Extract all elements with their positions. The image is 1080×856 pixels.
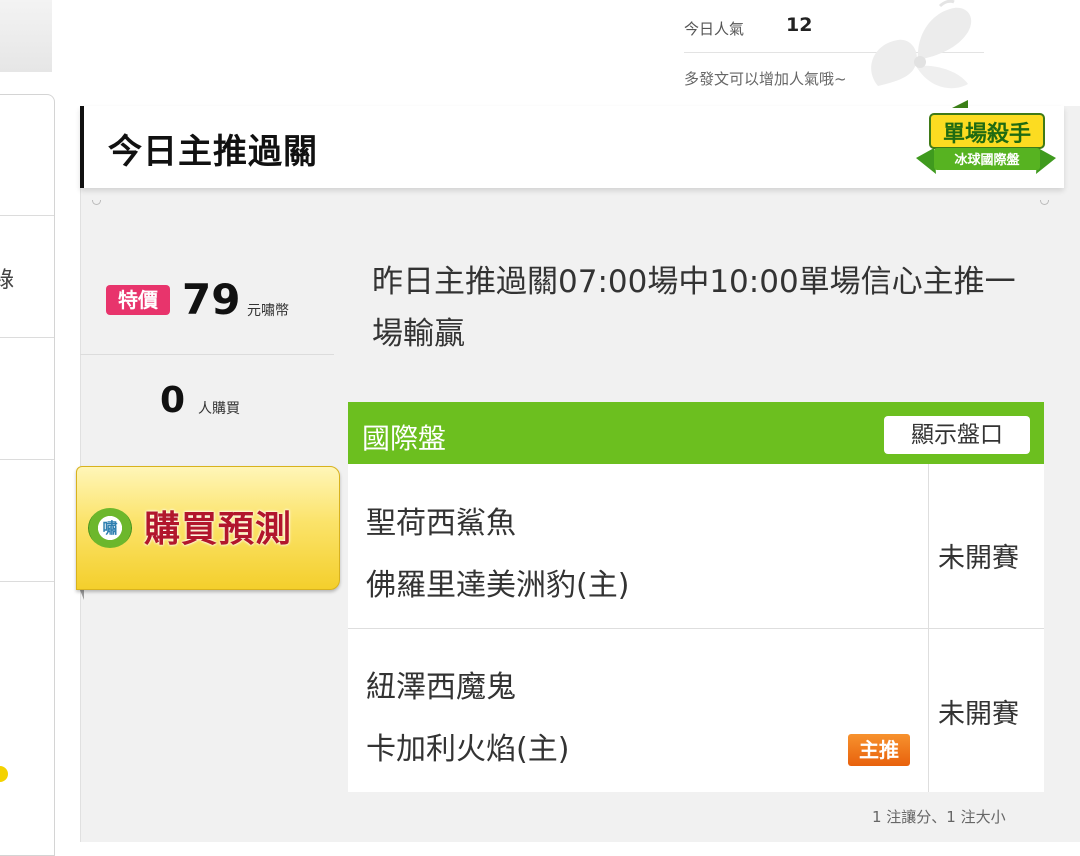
price-divider xyxy=(80,354,334,355)
main-pick-tag: 主推 xyxy=(848,734,910,766)
show-odds-button[interactable]: 顯示盤口 xyxy=(884,416,1030,454)
buy-prediction-label[interactable]: 購買預測 xyxy=(144,500,292,552)
match-1-home-team: 佛羅里達美洲豹(主) xyxy=(366,568,630,603)
coin-icon: 嘯 xyxy=(88,508,132,548)
badge-subtitle: 冰球國際盤 xyxy=(954,152,1020,168)
popularity-note: 多發文可以增加人氣哦~ xyxy=(684,70,847,88)
panel-title: 今日主推過關 xyxy=(108,132,318,172)
badge-title: 單場殺手 xyxy=(943,121,1031,147)
bet-summary-footnote: 1 注讓分、1 注大小 xyxy=(872,808,1006,826)
top-bar-left xyxy=(0,0,52,72)
match-2-status: 未開賽 xyxy=(938,699,1019,730)
match-1-away-team: 聖荷西鯊魚 xyxy=(366,506,516,541)
match-2-home-team: 卡加利火焰(主) xyxy=(366,732,570,767)
odds-table-title: 國際盤 xyxy=(362,422,447,455)
mascot-decoration-icon xyxy=(871,0,972,89)
single-game-killer-badge: 單場殺手 冰球國際盤 xyxy=(916,100,1056,174)
buyer-count-unit: 人購買 xyxy=(198,401,240,417)
match-2-away-team: 紐澤西魔鬼 xyxy=(366,670,516,705)
sidebar-item-label[interactable]: 綠 xyxy=(0,262,18,294)
left-sidebar xyxy=(0,94,55,856)
sidebar-divider xyxy=(0,337,54,338)
table-column-divider xyxy=(928,464,929,792)
price-currency: 元嘯幣 xyxy=(247,303,289,319)
sidebar-divider xyxy=(0,459,54,460)
match-1-status: 未開賽 xyxy=(938,543,1019,574)
headline-text: 昨日主推過關07:00場中10:00單場信心主推一場輸贏 xyxy=(372,264,1016,352)
table-row-divider xyxy=(348,628,1044,629)
sidebar-divider xyxy=(0,581,54,582)
sidebar-divider xyxy=(0,215,54,216)
price-value: 79 xyxy=(182,275,241,324)
buyer-count: 0 xyxy=(160,380,186,421)
special-price-tag: 特價 xyxy=(106,285,170,315)
popularity-value: 12 xyxy=(786,14,813,36)
popularity-label: 今日人氣 xyxy=(684,20,745,38)
